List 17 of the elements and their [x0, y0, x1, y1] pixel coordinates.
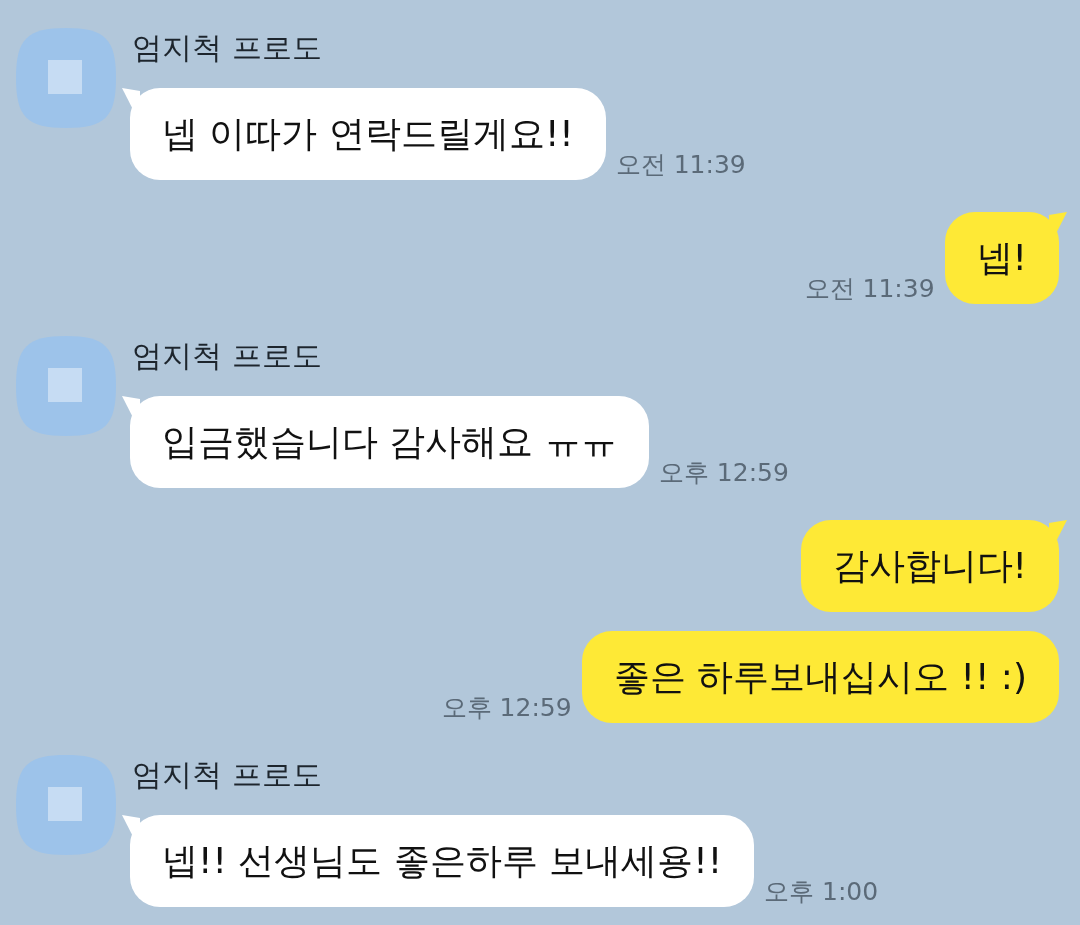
sender-name: 엄지척 프로도: [132, 756, 322, 794]
message-time: 오전 11:39: [804, 274, 935, 304]
message-bubble: 좋은 하루보내십시오 !! :): [581, 631, 1059, 723]
message-time: 오후 1:00: [764, 877, 879, 907]
message-bubble: 감사합니다!: [800, 520, 1067, 612]
avatar-icon[interactable]: [16, 28, 116, 128]
message-time: 오후 12:59: [658, 458, 789, 488]
avatar-icon[interactable]: [16, 336, 116, 436]
avatar-icon[interactable]: [16, 755, 116, 855]
message-bubble: 넵!: [944, 212, 1067, 304]
message-bubble: 넵 이따가 연락드릴게요!!: [122, 88, 606, 180]
sender-name: 엄지척 프로도: [132, 337, 322, 375]
message-time: 오전 11:39: [615, 150, 746, 180]
sender-name: 엄지척 프로도: [132, 29, 322, 67]
message-time: 오후 12:59: [441, 693, 572, 723]
message-bubble: 입금했습니다 감사해요 ㅠㅠ: [122, 396, 649, 488]
message-bubble: 넵!! 선생님도 좋은하루 보내세용!!: [122, 815, 755, 907]
